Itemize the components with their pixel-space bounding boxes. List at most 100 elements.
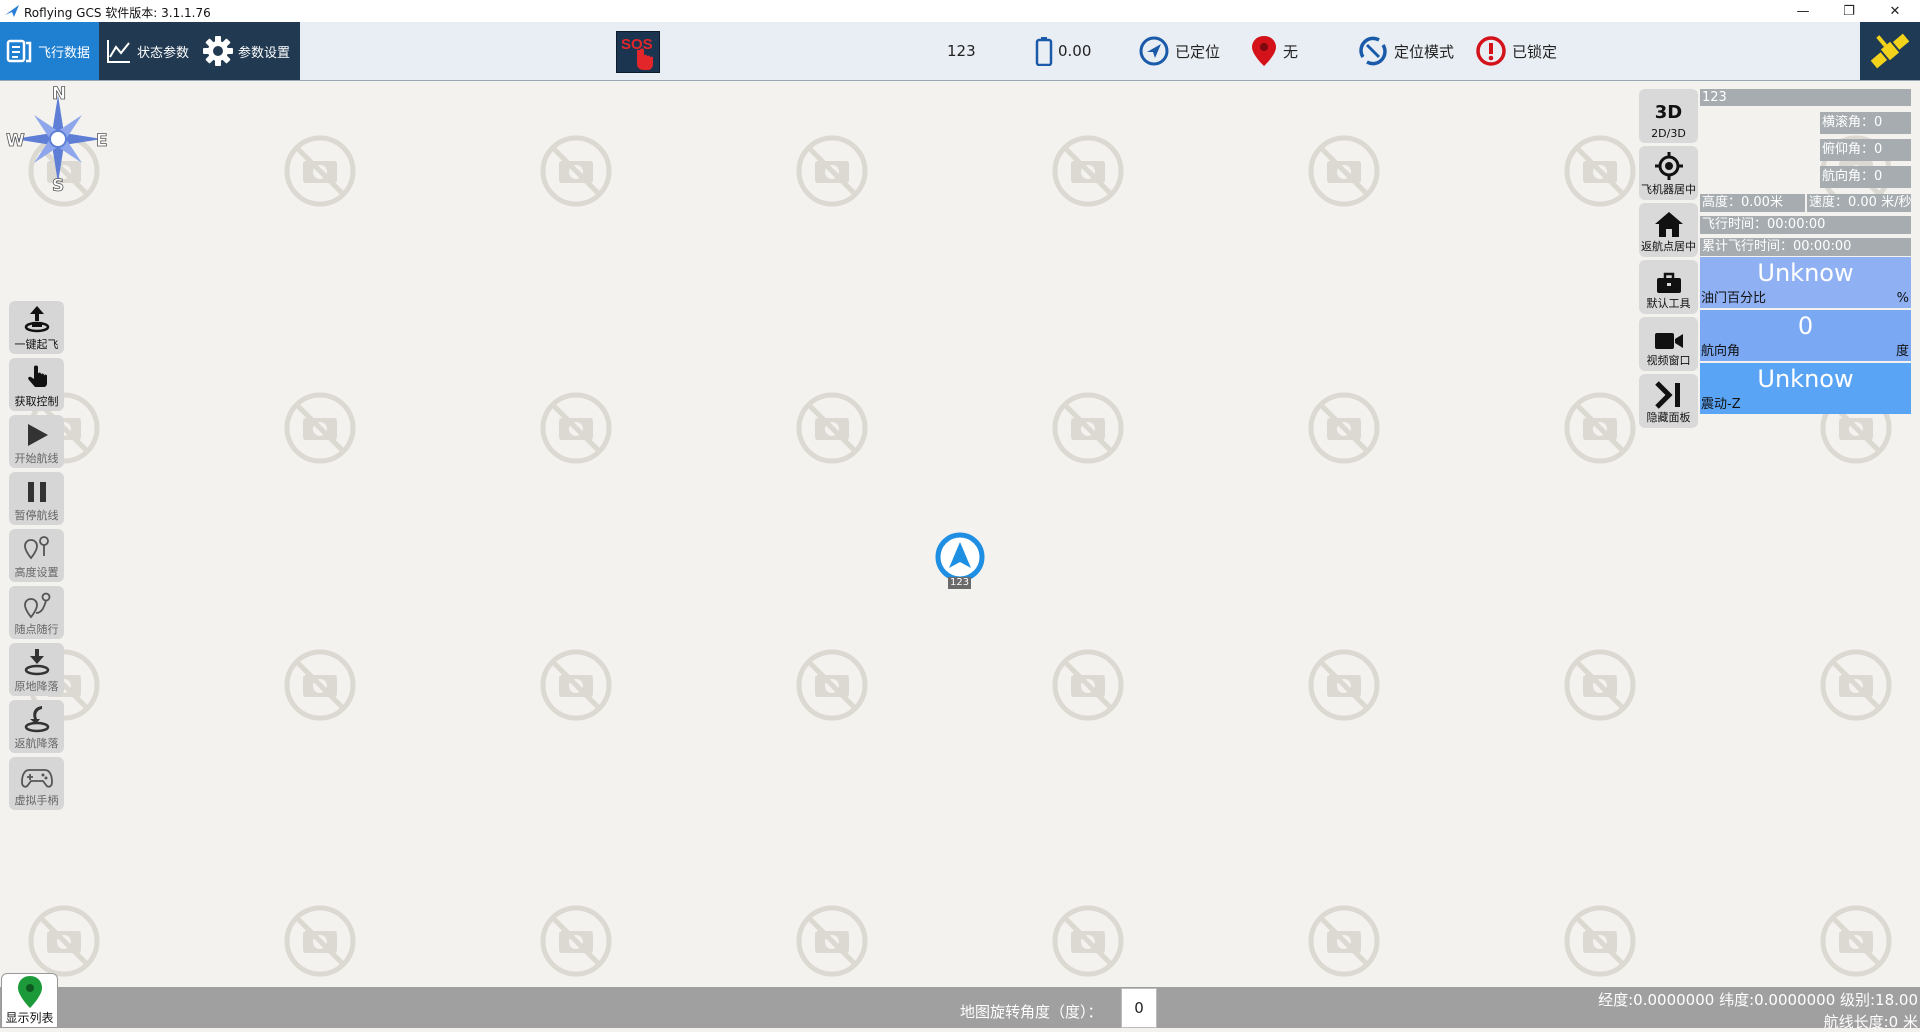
map-pin-icon [1252,36,1276,66]
no-image-icon [1055,395,1121,461]
compass-w: W [6,131,25,151]
total-flight-time-readout: 累计飞行时间：00:00:00 [1700,238,1911,256]
no-image-icon [1311,138,1377,204]
no-image-icon [287,652,353,718]
mode-sync-icon [1359,36,1387,66]
no-image-icon [31,908,97,974]
battery-display: 0.00 [1035,22,1091,80]
toolbox-icon [1656,272,1681,293]
compass-s: S [52,176,64,195]
aircraft-marker[interactable] [935,532,985,582]
map-rotation-input[interactable] [1121,988,1157,1028]
tool-label: 2D/3D [1651,127,1686,140]
gauge-unit: % [1896,291,1909,306]
arm-status-label: 已锁定 [1512,42,1558,61]
tool-label: 虚拟手柄 [14,794,59,807]
vehicle-id-display: 123 [947,22,976,80]
video-window-button[interactable]: 视频窗口 [1639,317,1698,371]
no-image-icon [1567,652,1633,718]
land-in-place-button[interactable]: 原地降落 [9,643,64,696]
battery-icon [1035,37,1053,66]
tool-label: 默认工具 [1646,297,1691,310]
location-status: 无 [1250,22,1298,80]
heading-gauge: 0 航向角 度 [1700,310,1911,361]
battery-voltage: 0.00 [1058,42,1092,60]
home-icon [1654,212,1683,237]
compass-n: N [52,84,66,104]
aircraft-label: 123 [948,577,972,589]
gauge-unit: 度 [1895,344,1909,359]
sos-button[interactable]: SOS [616,31,660,73]
restore-button[interactable]: ❐ [1826,0,1872,22]
tool-label: 一键起飞 [14,338,59,351]
no-image-icon [1567,908,1633,974]
no-image-icon [799,138,865,204]
video-camera-icon [1654,333,1683,349]
arm-status: 已锁定 [1475,22,1557,80]
no-image-icon [1823,908,1889,974]
flight-data-icon [6,39,32,63]
sos-hand-icon: SOS [621,36,653,70]
roll-readout: 横滚角：0 [1820,112,1911,134]
nav-tabs: 飞行数据 状态参数 参数设置 [0,22,300,80]
minimize-button[interactable]: — [1780,0,1826,22]
yaw-readout: 航向角：0 [1820,166,1911,188]
pause-route-button[interactable]: 暂停航线 [9,472,64,525]
center-aircraft-button[interactable]: 飞机器居中 [1639,146,1698,200]
crosshair-icon [1654,152,1683,180]
default-tools-button[interactable]: 默认工具 [1639,260,1698,314]
flight-mode-label: 定位模式 [1394,42,1455,61]
play-icon [27,424,48,446]
no-image-icon [1055,652,1121,718]
no-image-icon [799,395,865,461]
flight-time-readout: 飞行时间：00:00:00 [1700,216,1911,234]
coordinates-readout: 经度:0.0000000 纬度:0.0000000 级别:18.00 [1598,991,1918,1009]
takeoff-button[interactable]: 一键起飞 [9,301,64,354]
map-view[interactable]: N S W E 一键起飞 获取控制 开始航线 暂停航线 高度设置 随点随行 原地… [0,81,1920,987]
compass-rose: N S W E [2,83,114,199]
return-land-button[interactable]: 返航降落 [9,700,64,753]
gear-icon [203,36,233,66]
compass-icon: N S W E [6,84,108,197]
no-image-icon [287,395,353,461]
no-image-icon [543,908,609,974]
no-image-icon [1055,138,1121,204]
close-button[interactable]: ✕ [1872,0,1918,22]
tool-label: 返航点居中 [1641,240,1696,253]
tab-flight-data[interactable]: 飞行数据 [0,22,99,80]
hide-panel-icon [1654,381,1680,409]
view-2d3d-button[interactable]: 3D 2D/3D [1639,89,1698,143]
gauge-value: 0 [1797,312,1814,340]
hide-panel-button[interactable]: 隐藏面板 [1639,374,1698,428]
touch-icon [27,365,47,387]
show-list-button[interactable]: 显示列表 [1,973,58,1028]
tool-label: 原地降落 [14,680,59,693]
gauge-label: 航向角 [1701,344,1741,359]
vibration-z-gauge: Unknow 震动-Z [1700,363,1911,414]
tab-label: 飞行数据 [38,45,91,61]
tab-param-settings[interactable]: 参数设置 [200,22,300,80]
tool-label: 高度设置 [14,566,59,579]
no-image-icon [1823,652,1889,718]
altitude-setting-button[interactable]: 高度设置 [9,529,64,582]
vehicle-name-bar: 123 [1700,89,1911,106]
alert-icon [1476,36,1506,66]
get-control-button[interactable]: 获取控制 [9,358,64,411]
pause-icon [27,482,46,502]
speed-readout: 速度：0.00 米/秒 [1807,194,1911,212]
altitude-readout: 高度：0.00米 [1700,194,1805,212]
map-rotation-label: 地图旋转角度（度）： [960,1003,1103,1021]
center-home-button[interactable]: 返航点居中 [1639,203,1698,257]
follow-point-button[interactable]: 随点随行 [9,586,64,639]
virtual-joystick-button[interactable]: 虚拟手柄 [9,757,64,810]
tool-label: 隐藏面板 [1646,411,1691,424]
no-image-icon [1567,138,1633,204]
land-icon [24,649,49,676]
aircraft-icon [935,532,985,582]
start-route-button[interactable]: 开始航线 [9,415,64,468]
tab-status-params[interactable]: 状态参数 [103,22,198,80]
gauge-label: 震动-Z [1701,397,1741,412]
no-image-icon [1055,908,1121,974]
satellite-button[interactable] [1860,22,1920,80]
tool-label: 视频窗口 [1646,354,1691,367]
